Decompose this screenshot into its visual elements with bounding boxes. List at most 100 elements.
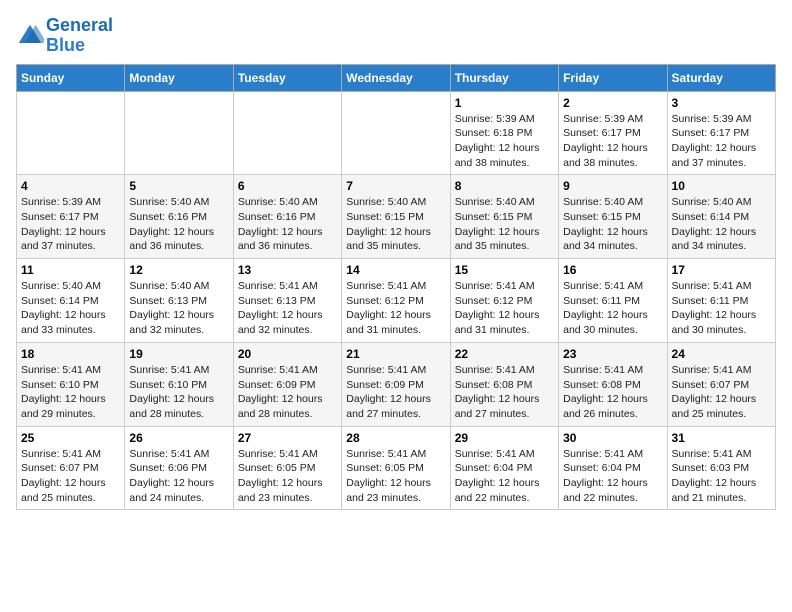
calendar-cell: 11Sunrise: 5:40 AMSunset: 6:14 PMDayligh…	[17, 259, 125, 343]
calendar-cell: 5 Sunrise: 5:40 AMSunset: 6:16 PMDaylight…	[125, 175, 233, 259]
cell-content: Sunrise: 5:41 AMSunset: 6:10 PMDaylight:…	[129, 363, 228, 422]
day-number: 16	[563, 263, 662, 277]
cell-content: Sunrise: 5:41 AMSunset: 6:08 PMDaylight:…	[455, 363, 554, 422]
calendar-cell: 27Sunrise: 5:41 AMSunset: 6:05 PMDayligh…	[233, 426, 341, 510]
cell-content: Sunrise: 5:41 AMSunset: 6:05 PMDaylight:…	[346, 447, 445, 506]
calendar-cell: 9Sunrise: 5:40 AMSunset: 6:15 PMDaylight…	[559, 175, 667, 259]
calendar-cell: 24 Sunrise: 5:41 AMSunset: 6:07 PMDayligh…	[667, 342, 775, 426]
calendar-cell	[233, 91, 341, 175]
cell-content: Sunrise: 5:40 AMSunset: 6:15 PMDaylight:…	[455, 195, 554, 254]
cell-content: Sunrise: 5:41 AMSunset: 6:11 PMDaylight:…	[563, 279, 662, 338]
day-number: 2	[563, 96, 662, 110]
day-number: 3	[672, 96, 771, 110]
weekday-header-cell: Friday	[559, 64, 667, 91]
calendar-week-row: 11Sunrise: 5:40 AMSunset: 6:14 PMDayligh…	[17, 259, 776, 343]
calendar-cell	[342, 91, 450, 175]
calendar-week-row: 4 Sunrise: 5:39 AMSunset: 6:17 PMDaylight…	[17, 175, 776, 259]
calendar-week-row: 1 Sunrise: 5:39 AMSunset: 6:18 PMDaylight…	[17, 91, 776, 175]
calendar-cell: 29Sunrise: 5:41 AMSunset: 6:04 PMDayligh…	[450, 426, 558, 510]
cell-content: Sunrise: 5:40 AMSunset: 6:15 PMDaylight:…	[346, 195, 445, 254]
day-number: 7	[346, 179, 445, 193]
calendar-cell: 22 Sunrise: 5:41 AMSunset: 6:08 PMDayligh…	[450, 342, 558, 426]
day-number: 25	[21, 431, 120, 445]
calendar-cell: 15 Sunrise: 5:41 AMSunset: 6:12 PMDayligh…	[450, 259, 558, 343]
day-number: 13	[238, 263, 337, 277]
weekday-header-cell: Thursday	[450, 64, 558, 91]
page-header: General Blue	[16, 16, 776, 56]
day-number: 10	[672, 179, 771, 193]
cell-content: Sunrise: 5:40 AMSunset: 6:14 PMDaylight:…	[21, 279, 120, 338]
cell-content: Sunrise: 5:41 AMSunset: 6:05 PMDaylight:…	[238, 447, 337, 506]
calendar-cell: 18 Sunrise: 5:41 AMSunset: 6:10 PMDayligh…	[17, 342, 125, 426]
day-number: 17	[672, 263, 771, 277]
cell-content: Sunrise: 5:39 AMSunset: 6:17 PMDaylight:…	[21, 195, 120, 254]
cell-content: Sunrise: 5:41 AMSunset: 6:07 PMDaylight:…	[672, 363, 771, 422]
logo: General Blue	[16, 16, 113, 56]
day-number: 18	[21, 347, 120, 361]
cell-content: Sunrise: 5:41 AMSunset: 6:12 PMDaylight:…	[455, 279, 554, 338]
calendar-cell: 7 Sunrise: 5:40 AMSunset: 6:15 PMDaylight…	[342, 175, 450, 259]
cell-content: Sunrise: 5:41 AMSunset: 6:12 PMDaylight:…	[346, 279, 445, 338]
calendar-cell: 1 Sunrise: 5:39 AMSunset: 6:18 PMDaylight…	[450, 91, 558, 175]
calendar-week-row: 25 Sunrise: 5:41 AMSunset: 6:07 PMDayligh…	[17, 426, 776, 510]
weekday-header-cell: Wednesday	[342, 64, 450, 91]
calendar-cell: 6 Sunrise: 5:40 AMSunset: 6:16 PMDaylight…	[233, 175, 341, 259]
day-number: 1	[455, 96, 554, 110]
calendar-cell: 21Sunrise: 5:41 AMSunset: 6:09 PMDayligh…	[342, 342, 450, 426]
weekday-header-row: SundayMondayTuesdayWednesdayThursdayFrid…	[17, 64, 776, 91]
weekday-header-cell: Sunday	[17, 64, 125, 91]
day-number: 19	[129, 347, 228, 361]
calendar-cell: 23Sunrise: 5:41 AMSunset: 6:08 PMDayligh…	[559, 342, 667, 426]
day-number: 6	[238, 179, 337, 193]
cell-content: Sunrise: 5:41 AMSunset: 6:06 PMDaylight:…	[129, 447, 228, 506]
day-number: 14	[346, 263, 445, 277]
day-number: 15	[455, 263, 554, 277]
day-number: 30	[563, 431, 662, 445]
day-number: 8	[455, 179, 554, 193]
cell-content: Sunrise: 5:41 AMSunset: 6:13 PMDaylight:…	[238, 279, 337, 338]
day-number: 31	[672, 431, 771, 445]
cell-content: Sunrise: 5:41 AMSunset: 6:03 PMDaylight:…	[672, 447, 771, 506]
cell-content: Sunrise: 5:40 AMSunset: 6:16 PMDaylight:…	[129, 195, 228, 254]
calendar-cell: 16 Sunrise: 5:41 AMSunset: 6:11 PMDayligh…	[559, 259, 667, 343]
calendar-cell: 3Sunrise: 5:39 AMSunset: 6:17 PMDaylight…	[667, 91, 775, 175]
calendar-cell: 14 Sunrise: 5:41 AMSunset: 6:12 PMDayligh…	[342, 259, 450, 343]
day-number: 22	[455, 347, 554, 361]
calendar-cell: 20Sunrise: 5:41 AMSunset: 6:09 PMDayligh…	[233, 342, 341, 426]
calendar-cell: 4 Sunrise: 5:39 AMSunset: 6:17 PMDaylight…	[17, 175, 125, 259]
cell-content: Sunrise: 5:41 AMSunset: 6:07 PMDaylight:…	[21, 447, 120, 506]
day-number: 5	[129, 179, 228, 193]
calendar-table: SundayMondayTuesdayWednesdayThursdayFrid…	[16, 64, 776, 511]
day-number: 23	[563, 347, 662, 361]
calendar-cell: 26 Sunrise: 5:41 AMSunset: 6:06 PMDayligh…	[125, 426, 233, 510]
cell-content: Sunrise: 5:41 AMSunset: 6:04 PMDaylight:…	[563, 447, 662, 506]
calendar-cell	[125, 91, 233, 175]
cell-content: Sunrise: 5:41 AMSunset: 6:10 PMDaylight:…	[21, 363, 120, 422]
day-number: 24	[672, 347, 771, 361]
day-number: 9	[563, 179, 662, 193]
day-number: 28	[346, 431, 445, 445]
weekday-header-cell: Tuesday	[233, 64, 341, 91]
day-number: 4	[21, 179, 120, 193]
logo-text: General Blue	[46, 16, 113, 56]
calendar-cell: 30 Sunrise: 5:41 AMSunset: 6:04 PMDayligh…	[559, 426, 667, 510]
cell-content: Sunrise: 5:39 AMSunset: 6:17 PMDaylight:…	[563, 112, 662, 171]
calendar-cell: 17Sunrise: 5:41 AMSunset: 6:11 PMDayligh…	[667, 259, 775, 343]
calendar-week-row: 18 Sunrise: 5:41 AMSunset: 6:10 PMDayligh…	[17, 342, 776, 426]
calendar-cell: 25 Sunrise: 5:41 AMSunset: 6:07 PMDayligh…	[17, 426, 125, 510]
day-number: 26	[129, 431, 228, 445]
calendar-body: 1 Sunrise: 5:39 AMSunset: 6:18 PMDaylight…	[17, 91, 776, 510]
cell-content: Sunrise: 5:40 AMSunset: 6:16 PMDaylight:…	[238, 195, 337, 254]
cell-content: Sunrise: 5:39 AMSunset: 6:18 PMDaylight:…	[455, 112, 554, 171]
calendar-cell: 13 Sunrise: 5:41 AMSunset: 6:13 PMDayligh…	[233, 259, 341, 343]
calendar-cell: 31 Sunrise: 5:41 AMSunset: 6:03 PMDayligh…	[667, 426, 775, 510]
cell-content: Sunrise: 5:40 AMSunset: 6:14 PMDaylight:…	[672, 195, 771, 254]
cell-content: Sunrise: 5:40 AMSunset: 6:13 PMDaylight:…	[129, 279, 228, 338]
day-number: 21	[346, 347, 445, 361]
calendar-cell: 19 Sunrise: 5:41 AMSunset: 6:10 PMDayligh…	[125, 342, 233, 426]
logo-icon	[16, 22, 44, 50]
calendar-cell: 8 Sunrise: 5:40 AMSunset: 6:15 PMDaylight…	[450, 175, 558, 259]
weekday-header-cell: Monday	[125, 64, 233, 91]
calendar-cell: 12Sunrise: 5:40 AMSunset: 6:13 PMDayligh…	[125, 259, 233, 343]
cell-content: Sunrise: 5:41 AMSunset: 6:09 PMDaylight:…	[238, 363, 337, 422]
